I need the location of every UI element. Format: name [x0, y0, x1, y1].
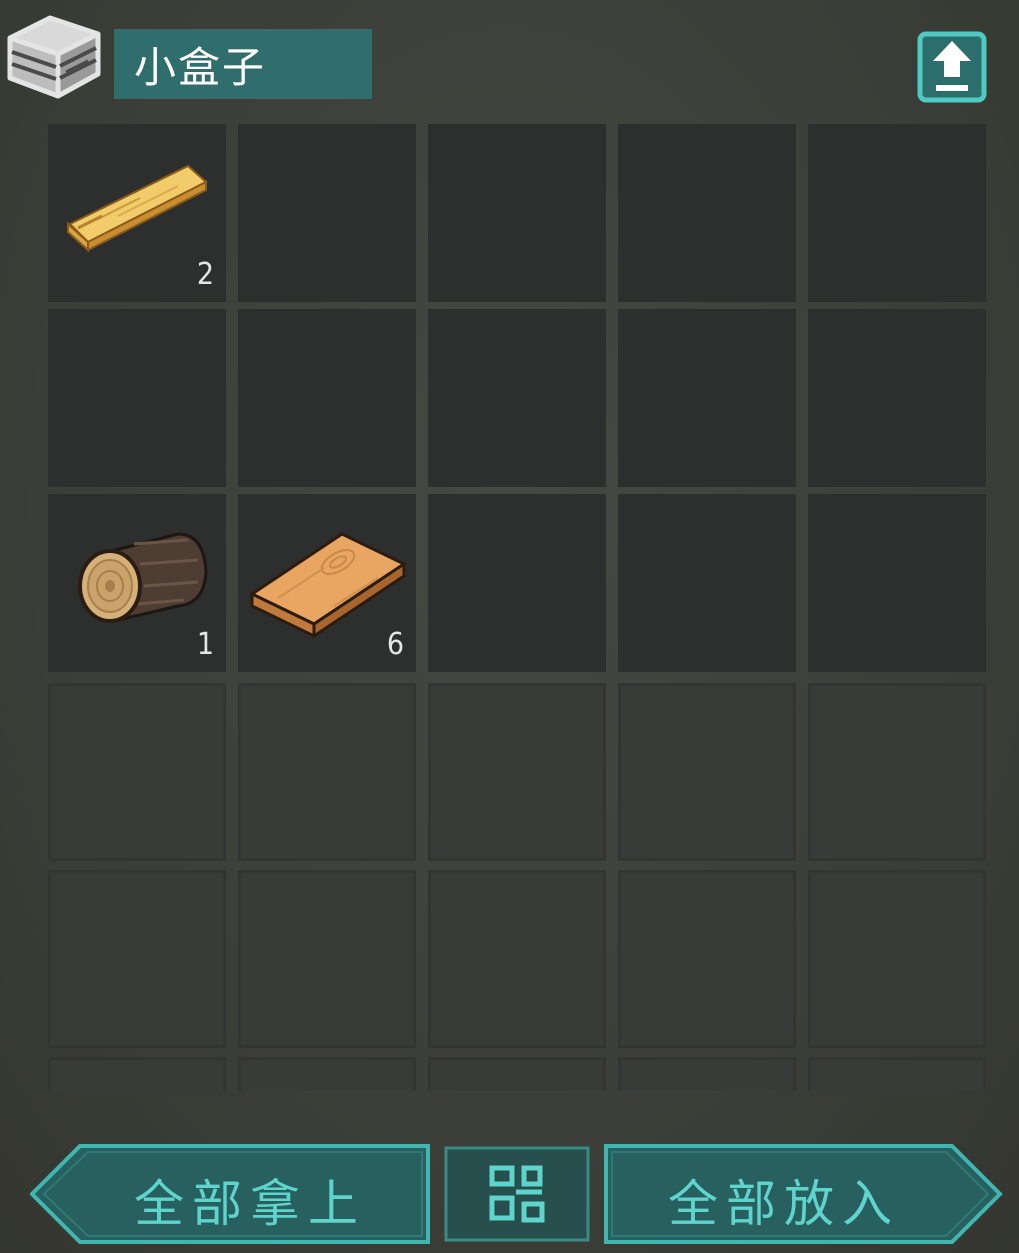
take-all-button[interactable]: 全部拿上 [30, 1144, 430, 1244]
inventory-slot[interactable] [618, 870, 796, 1048]
inventory-slot[interactable] [618, 124, 796, 302]
inventory-slot[interactable] [808, 124, 986, 302]
inventory-slot[interactable] [618, 683, 796, 861]
container-screen: 小盒子 2 1 6 全部拿上 全部放入 [0, 0, 1019, 1253]
inventory-slot[interactable] [428, 683, 606, 861]
inventory-slot[interactable] [428, 1057, 606, 1091]
inventory-slot[interactable] [48, 1057, 226, 1091]
upload-arrow-icon[interactable] [917, 31, 987, 103]
inventory-slot[interactable] [238, 309, 416, 487]
grid-sort-icon [444, 1146, 590, 1242]
inventory-slot[interactable] [808, 870, 986, 1048]
take-all-label: 全部拿上 [134, 1175, 366, 1233]
inventory-slot[interactable] [48, 683, 226, 861]
inventory-slot[interactable] [808, 309, 986, 487]
inventory-slot[interactable] [238, 124, 416, 302]
inventory-slot[interactable]: 2 [48, 124, 226, 302]
inventory-slot[interactable] [618, 494, 796, 672]
item-count: 1 [196, 627, 214, 662]
inventory-slot[interactable] [428, 309, 606, 487]
storage-box-icon [7, 15, 101, 99]
inventory-slot[interactable] [618, 309, 796, 487]
inventory-slot[interactable] [238, 683, 416, 861]
put-all-button[interactable]: 全部放入 [604, 1144, 1004, 1244]
item-count: 2 [196, 257, 214, 292]
inventory-slot[interactable] [428, 870, 606, 1048]
inventory-slot[interactable] [238, 870, 416, 1048]
inventory-slot[interactable] [238, 1057, 416, 1091]
inventory-slot[interactable] [808, 1057, 986, 1091]
inventory-slot[interactable]: 1 [48, 494, 226, 672]
inventory-slot[interactable] [48, 309, 226, 487]
container-title: 小盒子 [134, 42, 267, 92]
inventory-slot[interactable] [618, 1057, 796, 1091]
inventory-slot[interactable] [48, 870, 226, 1048]
put-all-label: 全部放入 [668, 1175, 900, 1233]
inventory-slot[interactable]: 6 [238, 494, 416, 672]
inventory-slot[interactable] [808, 494, 986, 672]
container-title-plate: 小盒子 [114, 29, 372, 99]
inventory-slot[interactable] [428, 494, 606, 672]
sort-button[interactable] [444, 1146, 590, 1242]
item-count: 6 [386, 627, 404, 662]
inventory-grid: 2 1 6 [48, 124, 988, 1091]
inventory-slot[interactable] [428, 124, 606, 302]
inventory-slot[interactable] [808, 683, 986, 861]
